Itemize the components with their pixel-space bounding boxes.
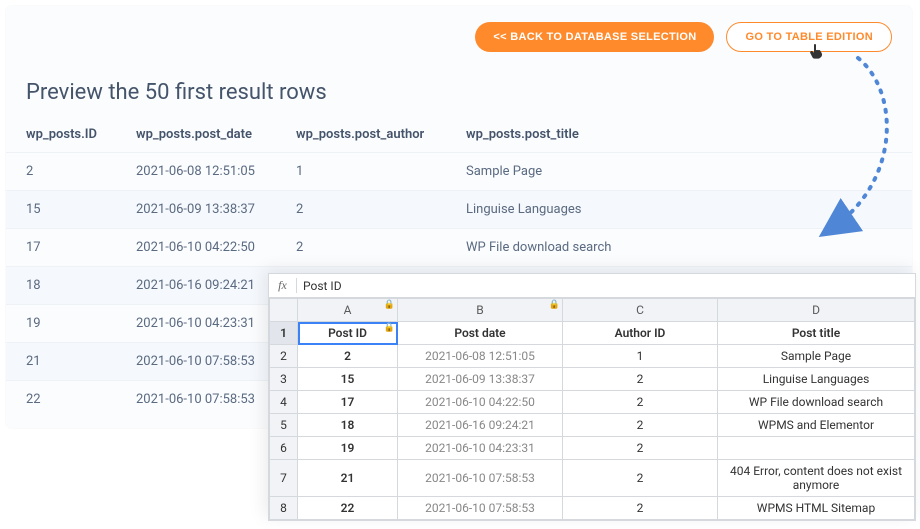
table-cell: 2021-06-10 04:22:50	[116, 229, 276, 267]
spreadsheet-cell[interactable]: 2021-06-10 04:23:31	[398, 437, 563, 460]
row-number[interactable]: 8	[270, 497, 298, 520]
spreadsheet-cell[interactable]: 1	[563, 345, 718, 368]
table-row: 4172021-06-10 04:22:502WP File download …	[270, 391, 915, 414]
spreadsheet-table[interactable]: A🔒 B🔒 C D 1 Post ID🔒 Post date Author ID…	[269, 298, 915, 520]
row-number[interactable]: 2	[270, 345, 298, 368]
table-row: 172021-06-10 04:22:502WP File download s…	[6, 229, 912, 267]
cell-c1[interactable]: Author ID	[563, 322, 718, 345]
row-number[interactable]: 5	[270, 414, 298, 437]
preview-header-row: wp_posts.ID wp_posts.post_date wp_posts.…	[6, 117, 912, 153]
col-letter-d[interactable]: D	[718, 299, 915, 322]
spreadsheet-cell[interactable]: 18	[298, 414, 398, 437]
table-cell: 19	[6, 305, 116, 343]
col-letter-c[interactable]: C	[563, 299, 718, 322]
cell-a1[interactable]: Post ID🔒	[298, 322, 398, 345]
spreadsheet-cell[interactable]: Sample Page	[718, 345, 915, 368]
table-cell: 15	[6, 191, 116, 229]
table-cell: 2021-06-08 12:51:05	[116, 153, 276, 191]
col-letter-b[interactable]: B🔒	[398, 299, 563, 322]
spreadsheet-cell[interactable]: 2	[563, 497, 718, 520]
table-cell: 2021-06-09 13:38:37	[116, 191, 276, 229]
spreadsheet-cell[interactable]: 2021-06-09 13:38:37	[398, 368, 563, 391]
spreadsheet-cell[interactable]: WP File download search	[718, 391, 915, 414]
table-row: 222021-06-08 12:51:051Sample Page	[270, 345, 915, 368]
spreadsheet-cell[interactable]: 19	[298, 437, 398, 460]
table-cell: 2	[276, 191, 446, 229]
spreadsheet-cell[interactable]: WPMS and Elementor	[718, 414, 915, 437]
lock-icon: 🔒	[384, 323, 395, 333]
spreadsheet-cell[interactable]: 15	[298, 368, 398, 391]
spreadsheet-cell[interactable]: 2021-06-10 04:22:50	[398, 391, 563, 414]
table-cell: 21	[6, 343, 116, 381]
spreadsheet-cell[interactable]: 2021-06-10 07:58:53	[398, 497, 563, 520]
spreadsheet-cell[interactable]: 2021-06-16 09:24:21	[398, 414, 563, 437]
column-letter-row: A🔒 B🔒 C D	[270, 299, 915, 322]
spreadsheet-cell[interactable]: 2	[563, 414, 718, 437]
fx-icon: fx	[269, 278, 297, 293]
lock-icon: 🔒	[384, 300, 395, 310]
back-to-database-button[interactable]: << BACK TO DATABASE SELECTION	[475, 22, 714, 52]
spreadsheet-cell[interactable]: Linguise Languages	[718, 368, 915, 391]
formula-bar-value[interactable]: Post ID	[297, 279, 342, 293]
spreadsheet-cell[interactable]: 2021-06-10 07:58:53	[398, 460, 563, 497]
table-cell: WP File download search	[446, 229, 912, 267]
spreadsheet-cell[interactable]: 404 Error, content does not exist anymor…	[718, 460, 915, 497]
row-number[interactable]: 7	[270, 460, 298, 497]
table-cell: 2021-06-16 09:24:21	[116, 267, 276, 305]
table-cell: 2	[6, 153, 116, 191]
preview-title: Preview the 50 first result rows	[6, 52, 912, 117]
preview-col-author: wp_posts.post_author	[276, 117, 446, 153]
cell-d1[interactable]: Post title	[718, 322, 915, 345]
row-number[interactable]: 6	[270, 437, 298, 460]
top-button-row: << BACK TO DATABASE SELECTION GO TO TABL…	[6, 6, 912, 52]
table-cell: 2021-06-10 07:58:53	[116, 381, 276, 419]
header-row: 1 Post ID🔒 Post date Author ID Post titl…	[270, 322, 915, 345]
formula-bar: fx Post ID	[269, 274, 915, 298]
table-cell: 2021-06-10 07:58:53	[116, 343, 276, 381]
spreadsheet-cell[interactable]: 2	[563, 391, 718, 414]
spreadsheet-cell[interactable]: 2021-06-08 12:51:05	[398, 345, 563, 368]
spreadsheet-cell[interactable]: WPMS HTML Sitemap	[718, 497, 915, 520]
table-cell: 18	[6, 267, 116, 305]
table-row: 7212021-06-10 07:58:532404 Error, conten…	[270, 460, 915, 497]
table-cell: 17	[6, 229, 116, 267]
spreadsheet-cell[interactable]: 2	[563, 368, 718, 391]
table-row: 5182021-06-16 09:24:212WPMS and Elemento…	[270, 414, 915, 437]
select-all-corner[interactable]	[270, 299, 298, 322]
spreadsheet-panel: fx Post ID A🔒 B🔒 C D 1 Post ID🔒 Post dat…	[268, 273, 916, 521]
cell-b1[interactable]: Post date	[398, 322, 563, 345]
go-to-table-edition-button[interactable]: GO TO TABLE EDITION	[726, 22, 892, 52]
table-cell: 1	[276, 153, 446, 191]
table-cell: 2021-06-10 04:23:31	[116, 305, 276, 343]
table-row: 152021-06-09 13:38:372Linguise Languages	[6, 191, 912, 229]
table-cell: 22	[6, 381, 116, 419]
spreadsheet-cell[interactable]	[718, 437, 915, 460]
spreadsheet-cell[interactable]: 2	[298, 345, 398, 368]
table-cell: Linguise Languages	[446, 191, 912, 229]
col-letter-a[interactable]: A🔒	[298, 299, 398, 322]
table-row: 22021-06-08 12:51:051Sample Page	[6, 153, 912, 191]
table-cell: 2	[276, 229, 446, 267]
row-number[interactable]: 4	[270, 391, 298, 414]
spreadsheet-cell[interactable]: 22	[298, 497, 398, 520]
lock-icon: 🔒	[549, 300, 560, 310]
spreadsheet-cell[interactable]: 2	[563, 460, 718, 497]
row-number[interactable]: 1	[270, 322, 298, 345]
preview-col-title: wp_posts.post_title	[446, 117, 912, 153]
spreadsheet-cell[interactable]: 2	[563, 437, 718, 460]
preview-col-id: wp_posts.ID	[6, 117, 116, 153]
spreadsheet-cell[interactable]: 21	[298, 460, 398, 497]
table-row: 8222021-06-10 07:58:532WPMS HTML Sitemap	[270, 497, 915, 520]
row-number[interactable]: 3	[270, 368, 298, 391]
table-row: 6192021-06-10 04:23:312	[270, 437, 915, 460]
table-row: 3152021-06-09 13:38:372Linguise Language…	[270, 368, 915, 391]
table-cell: Sample Page	[446, 153, 912, 191]
spreadsheet-cell[interactable]: 17	[298, 391, 398, 414]
preview-col-date: wp_posts.post_date	[116, 117, 276, 153]
